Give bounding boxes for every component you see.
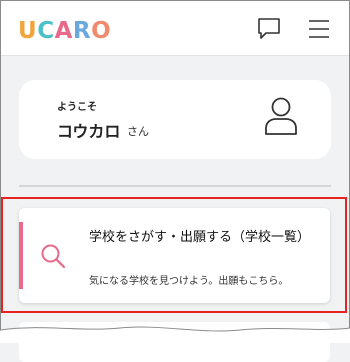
highlight-box [1, 197, 347, 313]
hamburger-menu-icon[interactable] [307, 18, 331, 40]
name-suffix: さん [127, 125, 149, 138]
torn-edge [0, 326, 350, 343]
logo-letter: U [18, 18, 38, 44]
user-icon[interactable] [263, 96, 299, 136]
section-divider [19, 185, 331, 187]
chat-bubble-icon[interactable] [256, 16, 282, 42]
user-welcome-card: ようこそ コウカロ さん [19, 80, 331, 159]
greeting-text: ようこそ [57, 102, 97, 113]
logo-letter: C [37, 18, 55, 44]
logo-letter: A [54, 18, 73, 44]
user-name: コウカロ [57, 122, 121, 141]
logo-letter: R [72, 18, 92, 44]
ucaro-logo[interactable]: UCARO [18, 18, 111, 44]
logo-letter: O [91, 18, 112, 44]
app-header: UCARO [1, 1, 349, 56]
